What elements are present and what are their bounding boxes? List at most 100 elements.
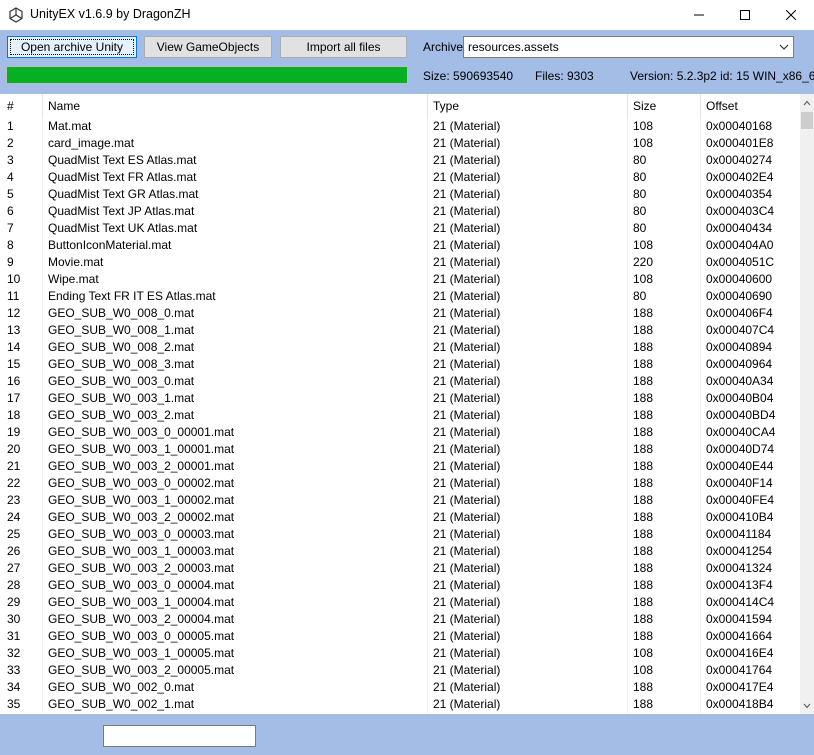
- column-header-offset[interactable]: Offset: [700, 94, 800, 118]
- table-row[interactable]: 17 GEO_SUB_W0_003_1.mat 21 (Material) 188 0x…: [0, 390, 800, 407]
- cell-index: 4: [7, 170, 14, 184]
- cell-type: 21 (Material): [427, 611, 627, 628]
- cell-offset: 0x00040274: [700, 152, 800, 169]
- table-row[interactable]: 16 GEO_SUB_W0_003_0.mat 21 (Material) 188 0x…: [0, 373, 800, 390]
- table-row[interactable]: 3 QuadMist Text ES Atlas.mat 21 (Material)…: [0, 152, 800, 169]
- table-row[interactable]: 11 Ending Text FR IT ES Atlas.mat 21 (Mate…: [0, 288, 800, 305]
- cell-name: GEO_SUB_W0_003_0_00002.mat: [42, 475, 427, 492]
- table-row[interactable]: 9 Movie.mat 21 (Material) 220 0x0004051C: [0, 254, 800, 271]
- files-count-text: Files: 9303: [535, 69, 594, 83]
- table-row[interactable]: 28 GEO_SUB_W0_003_0_00004.mat 21 (Material…: [0, 577, 800, 594]
- table-row[interactable]: 24 GEO_SUB_W0_003_2_00002.mat 21 (Material…: [0, 509, 800, 526]
- table-row[interactable]: 35 GEO_SUB_W0_002_1.mat 21 (Material) 188 0x…: [0, 696, 800, 713]
- table-row[interactable]: 34 GEO_SUB_W0_002_0.mat 21 (Material) 188 0x…: [0, 679, 800, 696]
- close-button[interactable]: [768, 0, 814, 30]
- cell-offset: 0x00040894: [700, 339, 800, 356]
- table-row[interactable]: 4 QuadMist Text FR Atlas.mat 21 (Material)…: [0, 169, 800, 186]
- import-all-files-button[interactable]: Import all files: [280, 36, 407, 58]
- cell-type: 21 (Material): [427, 203, 627, 220]
- table-row[interactable]: 30 GEO_SUB_W0_003_2_00004.mat 21 (Material…: [0, 611, 800, 628]
- cell-type: 21 (Material): [427, 679, 627, 696]
- scroll-up-button[interactable]: [800, 94, 814, 111]
- cell-size: 188: [627, 509, 700, 526]
- cell-name: GEO_SUB_W0_008_1.mat: [42, 322, 427, 339]
- cell-size: 188: [627, 594, 700, 611]
- table-row[interactable]: 13 GEO_SUB_W0_008_1.mat 21 (Material) 188 0x…: [0, 322, 800, 339]
- table-row[interactable]: 22 GEO_SUB_W0_003_0_00002.mat 21 (Material…: [0, 475, 800, 492]
- file-list[interactable]: # Name Type Size Offset 1 Mat.mat 21 (Mate…: [0, 94, 814, 714]
- table-row[interactable]: 15 GEO_SUB_W0_008_3.mat 21 (Material) 188 0x…: [0, 356, 800, 373]
- cell-type: 21 (Material): [427, 543, 627, 560]
- cell-name: GEO_SUB_W0_003_0_00004.mat: [42, 577, 427, 594]
- scroll-down-button[interactable]: [800, 697, 814, 714]
- table-row[interactable]: 26 GEO_SUB_W0_003_1_00003.mat 21 (Material…: [0, 543, 800, 560]
- table-row[interactable]: 8 ButtonIconMaterial.mat 21 (Material) 108 0…: [0, 237, 800, 254]
- scrollbar-thumb[interactable]: [801, 112, 813, 129]
- cell-name: Ending Text FR IT ES Atlas.mat: [42, 288, 427, 305]
- table-row[interactable]: 33 GEO_SUB_W0_003_2_00005.mat 21 (Material…: [0, 662, 800, 679]
- chevron-down-icon: [779, 44, 789, 50]
- archive-dropdown[interactable]: resources.assets: [463, 36, 794, 58]
- cell-type: 21 (Material): [427, 237, 627, 254]
- cell-name: GEO_SUB_W0_003_1_00004.mat: [42, 594, 427, 611]
- cell-name: GEO_SUB_W0_003_1_00002.mat: [42, 492, 427, 509]
- table-row[interactable]: 5 QuadMist Text GR Atlas.mat 21 (Material)…: [0, 186, 800, 203]
- column-header-type[interactable]: Type: [427, 94, 627, 118]
- table-row[interactable]: 29 GEO_SUB_W0_003_1_00004.mat 21 (Material…: [0, 594, 800, 611]
- open-archive-button[interactable]: Open archive Unity: [7, 36, 137, 58]
- table-row[interactable]: 20 GEO_SUB_W0_003_1_00001.mat 21 (Material…: [0, 441, 800, 458]
- cell-name: GEO_SUB_W0_003_2.mat: [42, 407, 427, 424]
- table-row[interactable]: 23 GEO_SUB_W0_003_1_00002.mat 21 (Material…: [0, 492, 800, 509]
- cell-type: 21 (Material): [427, 509, 627, 526]
- cell-offset: 0x00041324: [700, 560, 800, 577]
- table-row[interactable]: 12 GEO_SUB_W0_008_0.mat 21 (Material) 188 0x…: [0, 305, 800, 322]
- table-row[interactable]: 1 Mat.mat 21 (Material) 108 0x00040168: [0, 118, 800, 135]
- cell-index: 24: [7, 510, 21, 524]
- cell-type: 21 (Material): [427, 475, 627, 492]
- cell-size: 108: [627, 135, 700, 152]
- view-gameobjects-button[interactable]: View GameObjects: [144, 36, 272, 58]
- cell-name: GEO_SUB_W0_003_2_00002.mat: [42, 509, 427, 526]
- table-row[interactable]: 6 QuadMist Text JP Atlas.mat 21 (Material)…: [0, 203, 800, 220]
- cell-type: 21 (Material): [427, 424, 627, 441]
- cell-offset: 0x00040FE4: [700, 492, 800, 509]
- chevron-down-icon: [803, 703, 811, 708]
- table-row[interactable]: 14 GEO_SUB_W0_008_2.mat 21 (Material) 188 0x…: [0, 339, 800, 356]
- table-row[interactable]: 7 QuadMist Text UK Atlas.mat 21 (Material)…: [0, 220, 800, 237]
- cell-type: 21 (Material): [427, 186, 627, 203]
- cell-offset: 0x00040BD4: [700, 407, 800, 424]
- table-row[interactable]: 32 GEO_SUB_W0_003_1_00005.mat 21 (Material…: [0, 645, 800, 662]
- cell-offset: 0x000401E8: [700, 135, 800, 152]
- cell-index: 1: [7, 119, 14, 133]
- version-text: Version: 5.2.3p2 id: 15 WIN_x86_64: [630, 69, 814, 83]
- table-row[interactable]: 19 GEO_SUB_W0_003_0_00001.mat 21 (Material…: [0, 424, 800, 441]
- cell-name: GEO_SUB_W0_003_2_00003.mat: [42, 560, 427, 577]
- cell-name: QuadMist Text UK Atlas.mat: [42, 220, 427, 237]
- cell-name: QuadMist Text FR Atlas.mat: [42, 169, 427, 186]
- column-header-index[interactable]: #: [2, 94, 42, 118]
- cell-size: 188: [627, 373, 700, 390]
- table-row[interactable]: 21 GEO_SUB_W0_003_2_00001.mat 21 (Material…: [0, 458, 800, 475]
- table-row[interactable]: 18 GEO_SUB_W0_003_2.mat 21 (Material) 188 0x…: [0, 407, 800, 424]
- column-header-name[interactable]: Name: [42, 94, 427, 118]
- table-row[interactable]: 25 GEO_SUB_W0_003_0_00003.mat 21 (Material…: [0, 526, 800, 543]
- table-row[interactable]: 31 GEO_SUB_W0_003_0_00005.mat 21 (Material…: [0, 628, 800, 645]
- cell-size: 188: [627, 424, 700, 441]
- cell-name: GEO_SUB_W0_003_2_00001.mat: [42, 458, 427, 475]
- list-rows: 1 Mat.mat 21 (Material) 108 0x00040168 2 card_…: [0, 118, 800, 713]
- cell-size: 188: [627, 441, 700, 458]
- table-row[interactable]: 27 GEO_SUB_W0_003_2_00003.mat 21 (Material…: [0, 560, 800, 577]
- chevron-up-icon: [803, 100, 811, 105]
- vertical-scrollbar[interactable]: [800, 94, 814, 714]
- search-input[interactable]: [103, 725, 256, 747]
- column-header-size[interactable]: Size: [627, 94, 700, 118]
- cell-type: 21 (Material): [427, 407, 627, 424]
- archive-label: Archive: [423, 40, 464, 54]
- maximize-button[interactable]: [722, 0, 768, 30]
- cell-size: 80: [627, 169, 700, 186]
- minimize-button[interactable]: [676, 0, 722, 30]
- table-row[interactable]: 2 card_image.mat 21 (Material) 108 0x000401E…: [0, 135, 800, 152]
- table-row[interactable]: 10 Wipe.mat 21 (Material) 108 0x00040600: [0, 271, 800, 288]
- cell-index: 20: [7, 442, 21, 456]
- cell-name: GEO_SUB_W0_003_1_00003.mat: [42, 543, 427, 560]
